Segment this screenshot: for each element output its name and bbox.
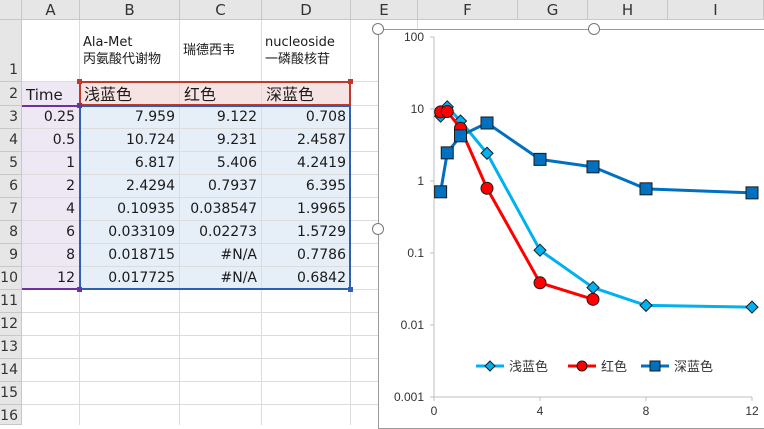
series-3-point xyxy=(454,129,467,143)
y-tick-label: 0.01 xyxy=(401,318,425,332)
legend-label-3: 深蓝色 xyxy=(674,359,713,375)
chart-resize-handle-top-left[interactable] xyxy=(372,23,384,35)
series-3-point xyxy=(440,146,454,160)
series-3-point xyxy=(745,186,759,200)
series-1-point xyxy=(639,298,653,313)
legend-marker-1 xyxy=(484,360,496,372)
legend-label-2: 红色 xyxy=(601,359,627,375)
x-tick-label: 12 xyxy=(745,404,759,418)
legend-marker-2 xyxy=(576,360,588,372)
series-2-point xyxy=(586,292,600,306)
y-tick-label: 10 xyxy=(411,102,425,116)
line-chart: 100 10 1 0.1 0.01 0.001 0 4 8 12 浅蓝色 红色 深蓝色 xyxy=(394,30,759,418)
legend-marker-3 xyxy=(649,360,661,372)
y-tick-label: 0.001 xyxy=(394,390,424,404)
chart-resize-handle-top[interactable] xyxy=(588,23,600,35)
x-tick-label: 8 xyxy=(643,404,650,418)
series-1-point xyxy=(745,300,759,314)
series-3-point xyxy=(533,152,547,166)
y-tick-label: 1 xyxy=(417,174,424,188)
series-3-point xyxy=(586,160,600,174)
y-tick-label: 100 xyxy=(404,30,424,44)
x-tick-label: 0 xyxy=(431,404,438,418)
series-3-point xyxy=(639,182,653,196)
y-tick-label: 0.1 xyxy=(407,246,424,260)
x-tick-label: 4 xyxy=(537,404,544,418)
chart-resize-handle-left[interactable] xyxy=(372,223,384,235)
series-2-point xyxy=(440,105,454,119)
series-2-point xyxy=(533,276,547,290)
series-2-point xyxy=(480,181,494,195)
series-3-point xyxy=(480,116,494,130)
series-3-point xyxy=(434,185,448,199)
series-line-1 xyxy=(439,105,753,309)
legend-label-1: 浅蓝色 xyxy=(509,359,548,375)
